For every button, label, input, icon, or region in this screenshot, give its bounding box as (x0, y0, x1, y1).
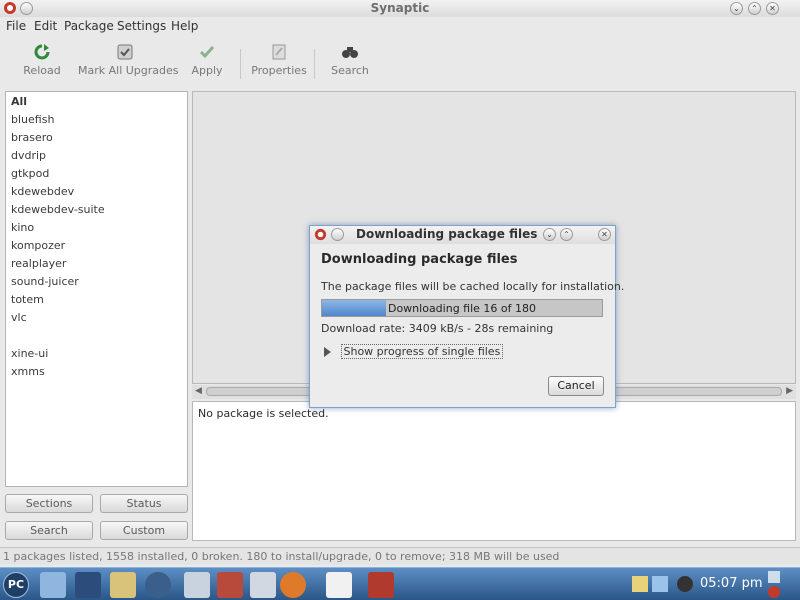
dialog-title-bar: Downloading package files ⌄ ⌃ ✕ (310, 226, 615, 244)
lock-icon[interactable] (768, 571, 780, 583)
status-text: 1 packages listed, 1558 installed, 0 bro… (3, 550, 560, 563)
dialog-description: The package files will be cached locally… (321, 280, 625, 293)
download-dialog: Downloading package files ⌄ ⌃ ✕ Download… (309, 225, 624, 408)
dialog-close-button[interactable]: ✕ (598, 228, 611, 241)
tools-icon[interactable] (110, 572, 136, 598)
package-manager-icon[interactable] (217, 572, 243, 598)
filter-item[interactable]: kompozer (11, 239, 65, 252)
volume-icon[interactable] (677, 576, 693, 592)
window-title: Synaptic (370, 1, 430, 15)
cancel-button[interactable]: Cancel (548, 376, 604, 396)
filter-item[interactable]: vlc (11, 311, 27, 324)
terminal-icon[interactable] (75, 572, 101, 598)
search-button[interactable]: Search (330, 43, 370, 77)
menu-bar: File Edit Package Settings Help (0, 17, 800, 35)
package-description: No package is selected. (192, 401, 796, 541)
sections-button[interactable]: Sections (5, 494, 93, 513)
reload-button[interactable]: Reload (23, 43, 61, 77)
scroll-right-icon[interactable]: ▶ (786, 386, 793, 396)
properties-button[interactable]: Properties (251, 43, 307, 77)
window-icon[interactable] (250, 572, 276, 598)
synaptic-app-icon (314, 228, 327, 241)
upgrade-icon (117, 44, 133, 60)
filter-item[interactable]: gtkpod (11, 167, 49, 180)
desktop-icon[interactable] (40, 572, 66, 598)
toolbar-separator (240, 49, 241, 79)
scroll-left-icon[interactable]: ◀ (195, 386, 202, 396)
synaptic-task-icon[interactable] (368, 572, 394, 598)
close-button[interactable]: ✕ (766, 2, 779, 15)
properties-icon (272, 44, 286, 60)
filter-item-all[interactable]: All (11, 95, 27, 108)
start-menu-button[interactable]: PC (3, 572, 29, 598)
filter-item[interactable]: sound-juicer (11, 275, 79, 288)
text-editor-icon[interactable] (326, 572, 352, 598)
title-bar: Synaptic ⌄ ⌃ ✕ (0, 0, 800, 17)
menu-package[interactable]: Package (64, 19, 114, 33)
no-selection-text: No package is selected. (198, 407, 329, 420)
clock: 05:07 pm (700, 576, 763, 591)
filter-item[interactable]: kdewebdev-suite (11, 203, 105, 216)
toolbar-separator (314, 49, 315, 79)
filter-item[interactable]: xine-ui (11, 347, 48, 360)
filter-item[interactable]: xmms (11, 365, 45, 378)
status-button[interactable]: Status (100, 494, 188, 513)
custom-button[interactable]: Custom (100, 521, 188, 540)
clipboard-icon[interactable] (632, 576, 648, 592)
file-manager-icon[interactable] (184, 572, 210, 598)
expander-label: Show progress of single files (340, 344, 504, 359)
reload-icon (34, 44, 50, 60)
filter-item[interactable]: kino (11, 221, 34, 234)
dialog-title: Downloading package files (356, 227, 538, 241)
filter-item[interactable]: realplayer (11, 257, 66, 270)
status-bar: 1 packages listed, 1558 installed, 0 bro… (0, 547, 800, 565)
filter-item[interactable]: bluefish (11, 113, 54, 126)
download-rate: Download rate: 3409 kB/s - 28s remaining (321, 322, 554, 335)
filter-item[interactable]: kdewebdev (11, 185, 74, 198)
binoculars-icon (342, 47, 358, 58)
taskbar: PC 05:07 pm (0, 567, 800, 600)
firefox-icon[interactable] (280, 572, 306, 598)
menu-settings[interactable]: Settings (117, 19, 166, 33)
filter-item[interactable]: totem (11, 293, 44, 306)
show-progress-expander[interactable]: Show progress of single files (324, 344, 504, 359)
menu-file[interactable]: File (6, 19, 26, 33)
apply-button[interactable]: Apply (191, 43, 223, 77)
dialog-heading: Downloading package files (321, 252, 518, 267)
progress-text: Downloading file 16 of 180 (387, 302, 537, 315)
toolbar: Reload Mark All Upgrades Apply Propertie… (0, 37, 800, 87)
dialog-minimize-button[interactable]: ⌄ (543, 228, 556, 241)
minimize-button[interactable]: ⌄ (730, 2, 743, 15)
checkmark-icon (199, 46, 215, 59)
menu-edit[interactable]: Edit (34, 19, 57, 33)
power-icon[interactable] (768, 586, 780, 598)
dialog-maximize-button[interactable]: ⌃ (560, 228, 573, 241)
filter-list: All bluefish brasero dvdrip gtkpod kdewe… (5, 91, 188, 487)
mark-all-upgrades-button[interactable]: Mark All Upgrades (78, 43, 179, 77)
download-progress-bar: Downloading file 16 of 180 (321, 299, 603, 317)
search-filter-button[interactable]: Search (5, 521, 93, 540)
dialog-menu-button[interactable] (331, 228, 344, 241)
network-icon[interactable] (652, 576, 668, 592)
maximize-button[interactable]: ⌃ (748, 2, 761, 15)
menu-help[interactable]: Help (171, 19, 198, 33)
filter-item[interactable]: brasero (11, 131, 53, 144)
filter-item[interactable]: dvdrip (11, 149, 46, 162)
expander-arrow-icon (324, 347, 331, 357)
settings-icon[interactable] (145, 572, 171, 598)
